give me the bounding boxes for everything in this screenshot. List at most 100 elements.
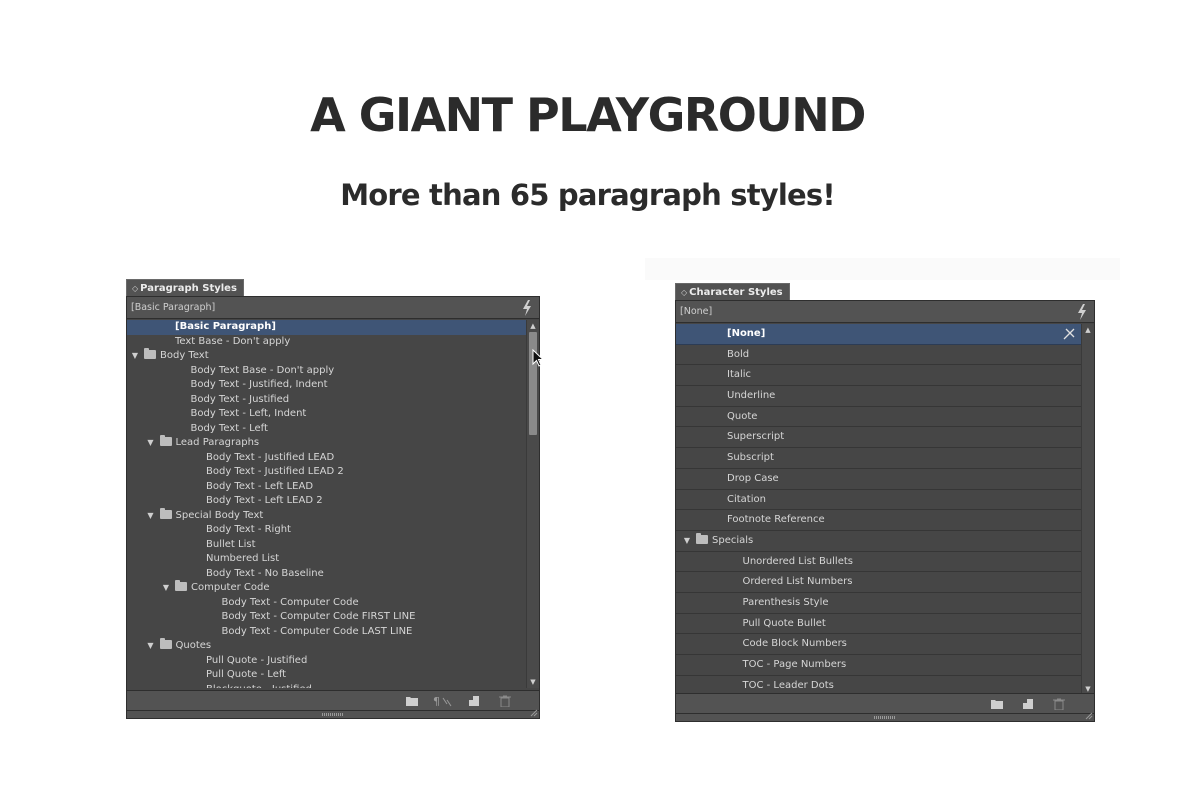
style-label: Unordered List Bullets: [742, 555, 853, 567]
folder-icon[interactable]: [405, 695, 419, 707]
character-styles-scrollbar[interactable]: ▲ ▼: [1081, 324, 1094, 695]
paragraph-styles-scrollbar[interactable]: ▲ ▼: [526, 320, 539, 688]
panel-resize-bar[interactable]: [127, 709, 539, 718]
character-styles-list: [None] Bold Italic Underline Quote Superscrip…: [676, 324, 1081, 695]
style-group[interactable]: ▼ Quotes: [127, 638, 526, 654]
style-label: Computer Code: [191, 582, 270, 593]
character-styles-footer: [676, 693, 1094, 713]
style-item[interactable]: Pull Quote - Justified: [127, 654, 526, 669]
lightning-bolt-icon[interactable]: [1076, 304, 1088, 320]
mouse-pointer-icon: [532, 349, 544, 367]
disclosure-triangle-icon[interactable]: ▼: [161, 581, 171, 596]
background-band: [645, 258, 1120, 280]
scroll-up-arrow-icon[interactable]: ▲: [1082, 324, 1094, 336]
style-item[interactable]: Underline: [676, 386, 1081, 407]
disclosure-triangle-icon[interactable]: ▼: [146, 639, 156, 654]
style-item[interactable]: Blockquote - Justified: [127, 683, 526, 689]
style-label: Citation: [727, 493, 766, 505]
style-label: Ordered List Numbers: [742, 576, 853, 588]
pen-override-icon[interactable]: [1063, 328, 1075, 340]
style-item[interactable]: Body Text - Computer Code LAST LINE: [127, 625, 526, 640]
style-group[interactable]: ▼ Lead Paragraphs: [127, 435, 526, 451]
style-item[interactable]: Pull Quote - Left: [127, 668, 526, 683]
style-item[interactable]: Drop Case: [676, 469, 1081, 490]
page-title: A GIANT PLAYGROUND: [310, 88, 866, 142]
style-item[interactable]: Body Text - No Baseline: [127, 567, 526, 582]
style-item[interactable]: Footnote Reference: [676, 510, 1081, 531]
style-item[interactable]: Text Base - Don't apply: [127, 335, 526, 350]
style-item[interactable]: Body Text - Right: [127, 523, 526, 538]
lightning-bolt-icon[interactable]: [521, 300, 533, 316]
style-label: Underline: [727, 390, 776, 402]
folder-icon[interactable]: [990, 698, 1004, 710]
style-item[interactable]: Citation: [676, 490, 1081, 511]
style-label: Code Block Numbers: [742, 638, 847, 650]
style-label: Parenthesis Style: [742, 596, 829, 608]
style-item[interactable]: Superscript: [676, 427, 1081, 449]
new-style-icon[interactable]: [1021, 698, 1035, 710]
panel-resize-bar[interactable]: [676, 712, 1094, 721]
style-item[interactable]: Body Text - Computer Code FIRST LINE: [127, 610, 526, 625]
style-item[interactable]: [Basic Paragraph]: [127, 320, 526, 335]
style-label: Body Text - Justified LEAD: [206, 451, 335, 463]
style-item[interactable]: Bullet List: [127, 538, 526, 553]
style-label: Italic: [727, 369, 752, 381]
scroll-up-arrow-icon[interactable]: ▲: [527, 320, 539, 332]
current-paragraph-style-label: [Basic Paragraph]: [131, 302, 216, 313]
style-item[interactable]: Unordered List Bullets: [676, 552, 1081, 573]
style-label: Superscript: [727, 431, 785, 443]
style-label: Body Text - Computer Code FIRST LINE: [221, 611, 416, 622]
style-item[interactable]: Bold: [676, 345, 1081, 366]
paragraph-styles-list: [Basic Paragraph] Text Base - Don't apply…: [127, 320, 526, 688]
scroll-thumb[interactable]: [529, 332, 537, 436]
panel-collapse-icon[interactable]: ◇: [681, 288, 687, 297]
style-item[interactable]: Body Text - Justified: [127, 393, 526, 408]
disclosure-triangle-icon[interactable]: ▼: [130, 349, 140, 364]
style-item[interactable]: TOC - Page Numbers: [676, 655, 1081, 676]
style-label: Quotes: [175, 640, 212, 651]
character-styles-body: [None] [None] Bold Italic Underline Quote Sup…: [675, 300, 1095, 722]
style-group[interactable]: ▼ Body Text: [127, 348, 526, 364]
style-label: Text Base - Don't apply: [175, 335, 291, 347]
paragraph-clear-overrides-icon[interactable]: ¶: [433, 695, 453, 707]
corner-resize-grip-icon[interactable]: [1085, 712, 1093, 720]
style-item[interactable]: Parenthesis Style: [676, 593, 1081, 614]
disclosure-triangle-icon[interactable]: ▼: [146, 509, 156, 524]
style-item[interactable]: Code Block Numbers: [676, 634, 1081, 655]
style-label: Specials: [712, 534, 754, 546]
new-style-icon[interactable]: [467, 695, 481, 707]
style-item[interactable]: Body Text - Left LEAD 2: [127, 494, 526, 509]
style-item[interactable]: Pull Quote Bullet: [676, 614, 1081, 635]
style-item[interactable]: Ordered List Numbers: [676, 572, 1081, 593]
style-label: Body Text - Right: [206, 524, 291, 535]
paragraph-styles-tab[interactable]: ◇ Paragraph Styles: [126, 279, 244, 297]
style-item[interactable]: Body Text - Left LEAD: [127, 480, 526, 495]
disclosure-triangle-icon[interactable]: ▼: [682, 531, 692, 552]
style-item[interactable]: Numbered List: [127, 552, 526, 567]
style-label: Body Text - Left, Indent: [190, 408, 307, 419]
scroll-down-arrow-icon[interactable]: ▼: [527, 676, 539, 688]
style-group[interactable]: ▼ Special Body Text: [127, 507, 526, 524]
style-group[interactable]: ▼ Specials: [676, 531, 1081, 552]
disclosure-triangle-icon[interactable]: ▼: [146, 436, 156, 451]
corner-resize-grip-icon[interactable]: [530, 709, 538, 717]
style-item[interactable]: Body Text - Justified LEAD 2: [127, 465, 526, 480]
folder-icon: [159, 638, 172, 649]
style-group[interactable]: ▼ Computer Code: [127, 580, 526, 596]
style-item[interactable]: Body Text - Left: [127, 422, 526, 437]
style-item[interactable]: Body Text Base - Don't apply: [127, 364, 526, 379]
style-item[interactable]: Quote: [676, 407, 1081, 428]
trash-icon[interactable]: [498, 695, 512, 707]
character-styles-tab[interactable]: ◇ Character Styles: [675, 283, 790, 301]
trash-icon[interactable]: [1052, 698, 1066, 710]
current-character-style-label: [None]: [680, 306, 713, 317]
panel-collapse-icon[interactable]: ◇: [132, 284, 138, 293]
style-label: Subscript: [727, 452, 774, 464]
style-item[interactable]: Body Text - Justified LEAD: [127, 451, 526, 466]
style-item[interactable]: [None]: [676, 324, 1081, 345]
style-item[interactable]: Body Text - Computer Code: [127, 596, 526, 611]
style-item[interactable]: Body Text - Left, Indent: [127, 407, 526, 422]
style-item[interactable]: Subscript: [676, 448, 1081, 469]
style-item[interactable]: Italic: [676, 365, 1081, 387]
style-item[interactable]: Body Text - Justified, Indent: [127, 378, 526, 393]
